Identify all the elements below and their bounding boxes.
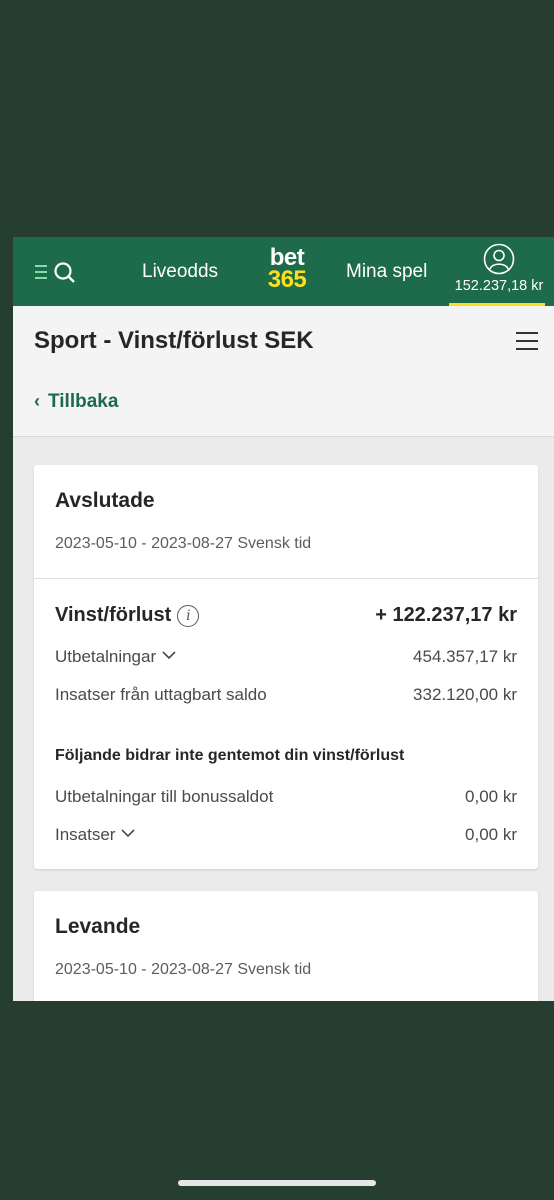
menu-icon[interactable] xyxy=(515,331,539,351)
account-button[interactable]: 152.237,18 kr xyxy=(449,243,549,294)
live-title: Levande xyxy=(55,915,141,938)
back-link-label: Tillbaka xyxy=(48,391,119,412)
nav-liveodds-link[interactable]: Liveodds xyxy=(142,261,218,283)
bonus-stakes-value: 0,00 kr xyxy=(465,825,517,844)
page-header: Sport - Vinst/förlust SEK ‹ Tillbaka xyxy=(13,306,554,437)
profit-loss-value: + 122.237,17 kr xyxy=(375,604,517,626)
payouts-value: 454.357,17 kr xyxy=(413,647,517,666)
info-icon[interactable]: i xyxy=(177,605,200,627)
profit-loss-label-wrap: Vinst/förlust i xyxy=(55,604,200,627)
nav-my-bets-link[interactable]: Mina spel xyxy=(346,261,427,283)
page-title: Sport - Vinst/förlust SEK xyxy=(34,327,314,354)
settled-card-header: Avslutade 2023-05-10 - 2023-08-27 Svensk… xyxy=(34,465,538,579)
settled-date-range: 2023-05-10 - 2023-08-27 Svensk tid xyxy=(55,535,312,552)
settled-card: Avslutade 2023-05-10 - 2023-08-27 Svensk… xyxy=(34,465,538,869)
live-date-range: 2023-05-10 - 2023-08-27 Svensk tid xyxy=(55,961,312,978)
excluded-note: Följande bidrar inte gentemot din vinst/… xyxy=(55,747,405,764)
settled-title: Avslutade xyxy=(55,489,155,512)
bonus-payouts-label: Utbetalningar till bonussaldot xyxy=(55,787,274,806)
payouts-label-wrap: Utbetalningar xyxy=(55,647,176,667)
bonus-stakes-label-wrap: Insatser xyxy=(55,825,136,845)
bonus-payouts-value: 0,00 kr xyxy=(465,787,517,806)
live-card: Levande 2023-05-10 - 2023-08-27 Svensk t… xyxy=(34,891,538,1001)
back-link[interactable]: ‹ Tillbaka xyxy=(34,391,118,413)
menu-search-icon[interactable] xyxy=(33,261,77,285)
home-indicator[interactable] xyxy=(178,1180,376,1186)
payouts-label: Utbetalningar xyxy=(55,647,157,666)
chevron-down-icon[interactable] xyxy=(162,651,176,660)
bet365-logo[interactable]: bet 365 xyxy=(260,246,314,293)
chevron-left-icon: ‹ xyxy=(34,391,40,411)
stakes-value: 332.120,00 kr xyxy=(413,685,517,704)
user-icon xyxy=(483,243,515,275)
logo-text-bottom: 365 xyxy=(267,266,307,293)
chevron-down-icon[interactable] xyxy=(121,829,136,838)
stakes-label: Insatser från uttagbart saldo xyxy=(55,685,267,704)
account-balance: 152.237,18 kr xyxy=(454,278,544,294)
top-navigation-bar: Liveodds bet 365 Mina spel 152.237,18 kr xyxy=(13,237,554,306)
bonus-stakes-label: Insatser xyxy=(55,825,116,844)
profit-loss-label: Vinst/förlust xyxy=(55,604,172,626)
app-screen: Liveodds bet 365 Mina spel 152.237,18 kr… xyxy=(13,237,554,1001)
